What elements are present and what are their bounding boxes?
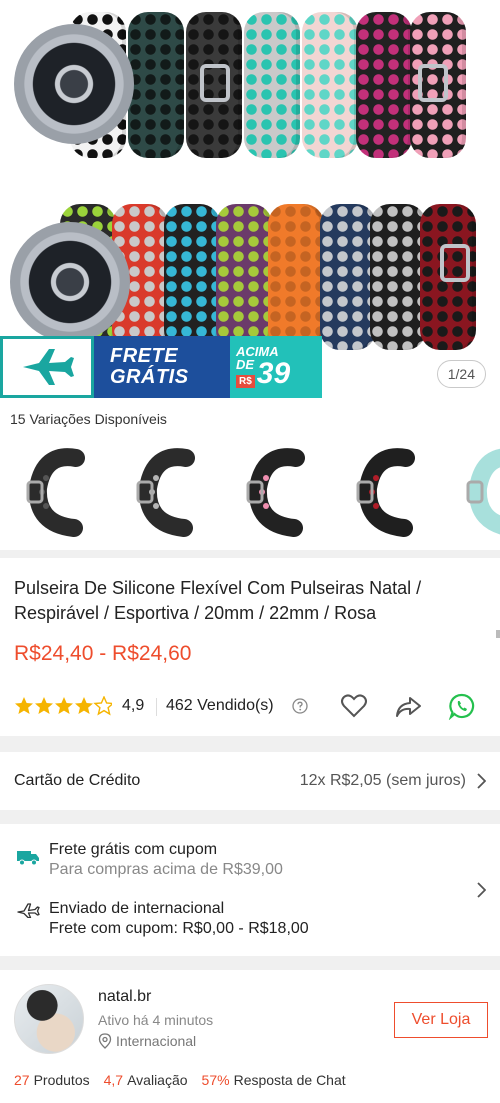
shop-active-status: Ativo há 4 minutos: [98, 1012, 214, 1028]
installments-value: 12x R$2,05 (sem juros): [299, 772, 466, 789]
shop-location: Internacional: [98, 1033, 196, 1049]
variation-option[interactable]: [120, 444, 216, 540]
banner-price-badge: ACIMA DE R$ 39: [230, 336, 322, 398]
whatsapp-icon[interactable]: [448, 692, 476, 725]
banner-line-1: FRETE: [110, 345, 179, 367]
chevron-right-icon: [476, 773, 487, 794]
shipping-section[interactable]: Frete grátis com cupom Para compras acim…: [0, 824, 500, 956]
variations-section: 15 Variações Disponíveis: [0, 400, 500, 550]
variation-option[interactable]: [10, 444, 106, 540]
banner-amount: 39: [256, 356, 291, 390]
international-shipping-fee: Frete com cupom: R$0,00 - R$18,00: [49, 920, 309, 937]
banner-currency: R$: [236, 375, 255, 388]
free-shipping-condition: Para compras acima de R$39,00: [49, 861, 283, 878]
variation-thumbnails: [0, 444, 500, 540]
stat-rating: 4,7 Avaliação: [103, 1072, 188, 1088]
truck-icon: [16, 848, 40, 871]
view-shop-button[interactable]: Ver Loja: [394, 1002, 488, 1038]
variation-option[interactable]: [450, 444, 500, 540]
shop-name[interactable]: natal.br: [98, 988, 151, 1006]
share-icon[interactable]: [394, 692, 422, 725]
heart-icon[interactable]: [340, 692, 368, 725]
free-shipping-title: Frete grátis com cupom: [49, 841, 218, 858]
banner-line-2: GRÁTIS: [110, 366, 189, 388]
international-shipping-title: Enviado de internacional: [49, 900, 225, 917]
shop-section: natal.br Ativo há 4 minutos Internaciona…: [0, 970, 500, 1103]
product-price: R$24,40 - R$24,60: [14, 642, 192, 665]
rating-value: 4,9: [122, 697, 145, 714]
product-photo-top-row: [0, 8, 500, 168]
sold-count: 462 Vendido(s): [166, 697, 274, 714]
scroll-indicator: [496, 630, 500, 638]
payment-row[interactable]: Cartão de Crédito 12x R$2,05 (sem juros): [0, 752, 500, 810]
stat-chat-response: 57% Resposta de Chat: [201, 1072, 346, 1088]
airplane-icon: [0, 336, 94, 398]
free-shipping-banner: FRETE GRÁTIS ACIMA DE R$ 39: [0, 336, 322, 398]
payment-method-label: Cartão de Crédito: [14, 772, 141, 789]
product-image-gallery[interactable]: FRETE GRÁTIS ACIMA DE R$ 39 1/24: [0, 0, 500, 400]
banner-label-de: DE: [236, 357, 255, 372]
image-counter: 1/24: [436, 360, 486, 388]
star-rating: [14, 696, 112, 716]
chevron-right-icon: [476, 882, 487, 903]
stat-products: 27 Produtos: [14, 1072, 90, 1088]
variation-option[interactable]: [230, 444, 326, 540]
shop-stats: 27 Produtos 4,7 Avaliação 57% Resposta de C…: [14, 1072, 346, 1088]
location-pin-icon: [98, 1033, 112, 1049]
product-title: Pulseira De Silicone Flexível Com Pulsei…: [14, 578, 422, 623]
variation-option[interactable]: [340, 444, 436, 540]
airplane-icon: [16, 900, 40, 923]
shop-avatar[interactable]: [14, 984, 84, 1054]
variations-title: 15 Variações Disponíveis: [10, 411, 167, 427]
help-icon[interactable]: [292, 698, 308, 719]
product-info-section: Pulseira De Silicone Flexível Com Pulsei…: [0, 558, 500, 736]
divider: [156, 698, 157, 716]
shop-location-label: Internacional: [116, 1033, 197, 1049]
